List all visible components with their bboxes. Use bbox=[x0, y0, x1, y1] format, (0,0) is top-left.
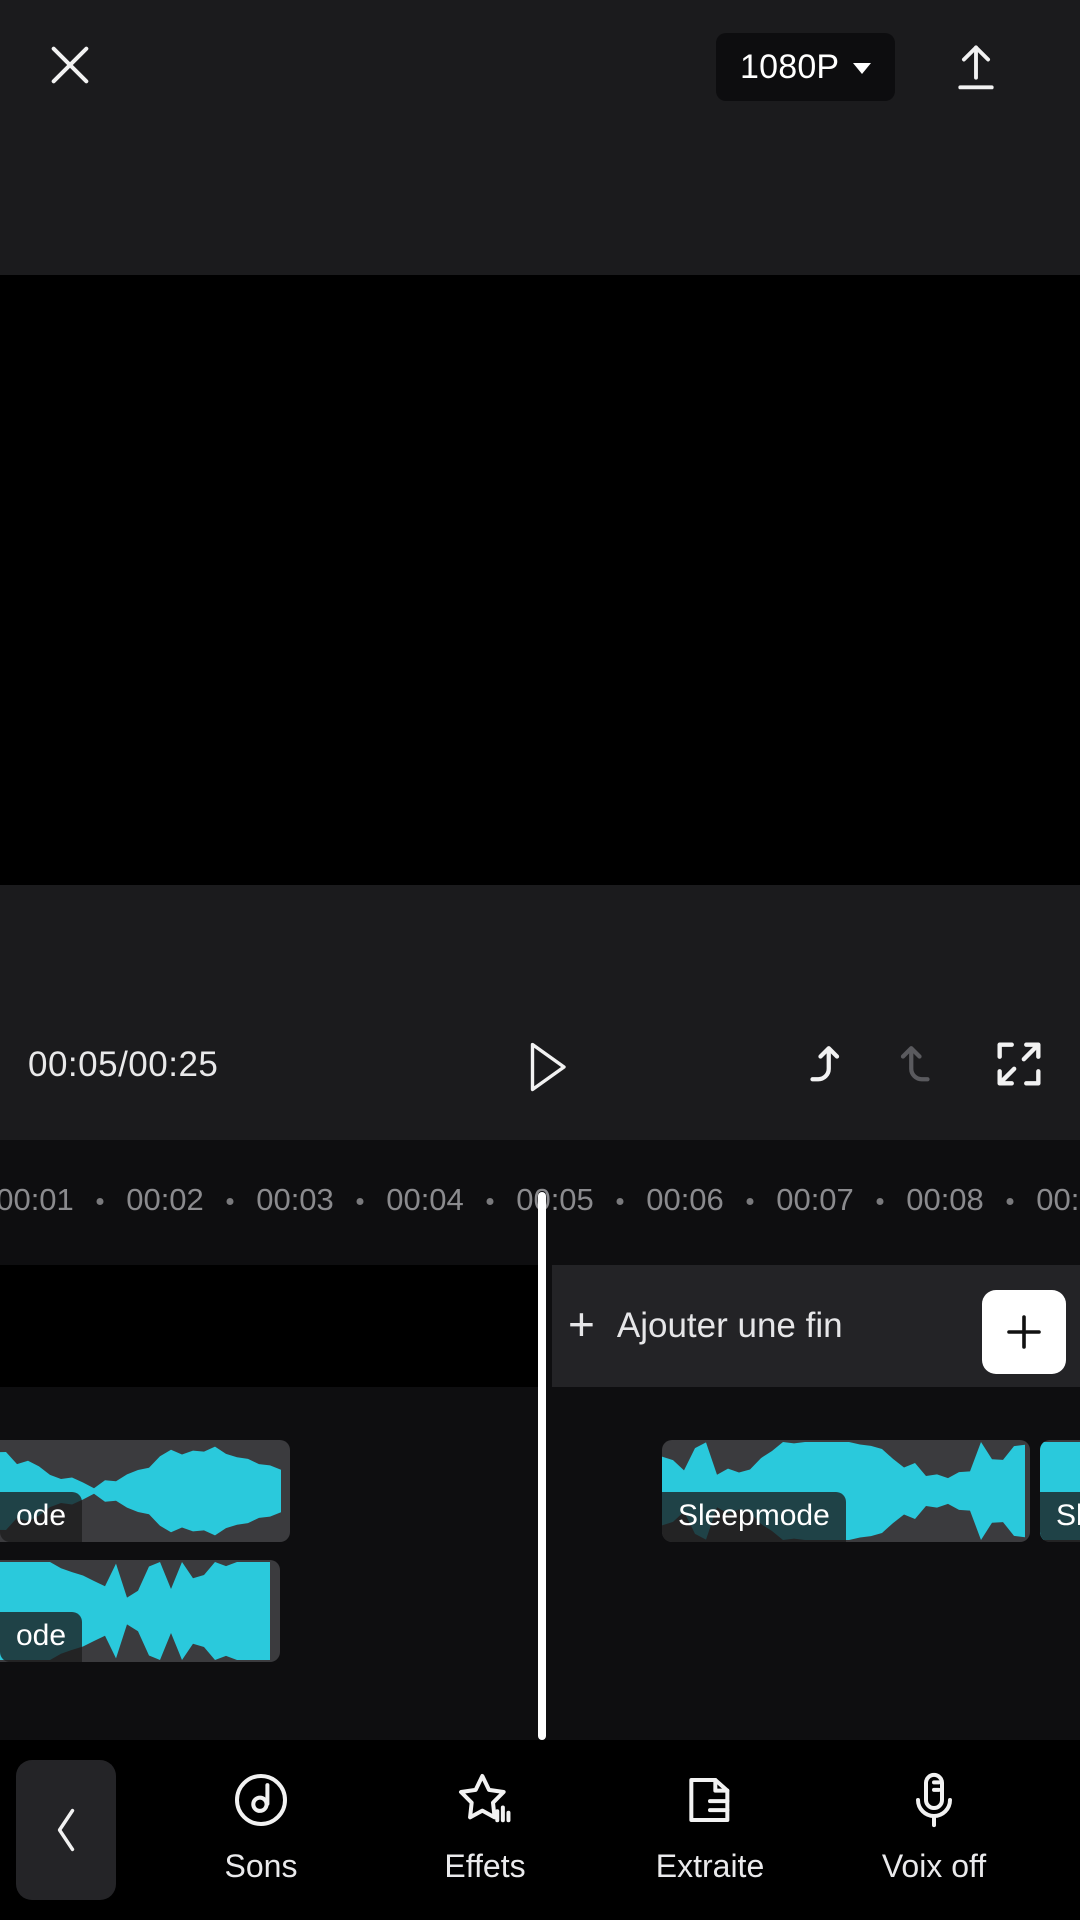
close-button[interactable] bbox=[36, 31, 104, 99]
video-editor-screen: 1080P 00:05/00:25 00:01 00:02 00:03 00:0… bbox=[0, 0, 1080, 1920]
ruler-tick-dot bbox=[96, 1198, 104, 1205]
top-bar: 1080P bbox=[0, 0, 1080, 275]
star-effects-icon bbox=[459, 1774, 511, 1823]
ruler-tick-dot bbox=[616, 1198, 624, 1205]
close-icon bbox=[51, 46, 89, 84]
ruler-tick-label: 00:09 bbox=[1036, 1182, 1080, 1217]
ruler-tick-label: 00:06 bbox=[646, 1182, 724, 1217]
tool-effets[interactable]: Effets bbox=[385, 1768, 585, 1885]
audio-clip-label: ode bbox=[0, 1492, 83, 1542]
resolution-selector[interactable]: 1080P bbox=[716, 33, 896, 101]
bottom-toolbar: Sons Effets Extraite Voix off bbox=[0, 1740, 1080, 1920]
ruler-tick-label: 00:04 bbox=[386, 1182, 464, 1217]
audio-clip[interactable]: ode bbox=[0, 1440, 290, 1542]
audio-clip-label: Sle bbox=[1040, 1492, 1080, 1542]
audio-clip-label: Sleepmode bbox=[662, 1492, 846, 1542]
ruler-tick-dot bbox=[486, 1198, 494, 1205]
tool-sons[interactable]: Sons bbox=[161, 1768, 361, 1885]
back-button[interactable] bbox=[16, 1760, 116, 1900]
redo-button[interactable] bbox=[890, 1035, 952, 1097]
ruler-tick-dot bbox=[876, 1198, 884, 1205]
audio-clip[interactable]: Sle bbox=[1040, 1440, 1080, 1542]
export-button[interactable] bbox=[940, 32, 1012, 104]
audio-clip[interactable]: Sleepmode bbox=[662, 1440, 1030, 1542]
fullscreen-icon bbox=[997, 1042, 1041, 1086]
audio-clip-label: ode bbox=[0, 1612, 83, 1662]
tool-label: Voix off bbox=[881, 1848, 987, 1884]
ruler-tick-dot bbox=[356, 1198, 364, 1205]
play-icon bbox=[530, 1042, 566, 1092]
ruler-tick-label: 00:05 bbox=[516, 1182, 594, 1217]
plus-icon bbox=[1007, 1315, 1041, 1349]
chevron-left-icon bbox=[57, 1808, 75, 1852]
tool-label: Extraite bbox=[655, 1848, 765, 1884]
undo-icon bbox=[810, 1046, 840, 1082]
tool-label: Sons bbox=[224, 1848, 298, 1884]
video-clip[interactable] bbox=[0, 1265, 542, 1387]
ruler-tick-label: 00:07 bbox=[776, 1182, 854, 1217]
timecode-display: 00:05/00:25 bbox=[28, 1045, 219, 1084]
video-preview[interactable] bbox=[0, 275, 1080, 885]
tool-extraite[interactable]: Extraite bbox=[610, 1768, 810, 1885]
music-note-icon bbox=[235, 1774, 287, 1826]
playhead[interactable] bbox=[538, 1192, 546, 1740]
chevron-down-icon bbox=[853, 63, 872, 74]
folder-extract-icon bbox=[689, 1778, 730, 1822]
ruler-tick-label: 00:03 bbox=[256, 1182, 334, 1217]
tool-label: Effets bbox=[444, 1848, 526, 1884]
plus-icon: + bbox=[568, 1298, 595, 1350]
add-clip-button[interactable] bbox=[982, 1290, 1066, 1374]
redo-icon bbox=[900, 1046, 930, 1082]
ruler-tick-dot bbox=[226, 1198, 234, 1205]
resolution-label: 1080P bbox=[740, 47, 840, 86]
upload-icon bbox=[958, 45, 994, 90]
undo-button[interactable] bbox=[790, 1035, 852, 1097]
audio-clip[interactable]: ode bbox=[0, 1560, 280, 1662]
ruler-tick-label: 00:02 bbox=[126, 1182, 204, 1217]
tool-voix-off[interactable]: Voix off bbox=[834, 1768, 1034, 1885]
ruler-tick-dot bbox=[746, 1198, 754, 1205]
play-button[interactable] bbox=[512, 1033, 580, 1101]
ruler-tick-label: 00:01 bbox=[0, 1182, 74, 1217]
playback-controls: 00:05/00:25 bbox=[0, 885, 1080, 1140]
ruler-tick-label: 00:08 bbox=[906, 1182, 984, 1217]
microphone-icon bbox=[916, 1772, 952, 1828]
add-ending-label: Ajouter une fin bbox=[616, 1306, 843, 1345]
timeline[interactable]: 00:01 00:02 00:03 00:04 00:05 00:06 00:07 00:08… bbox=[0, 1140, 1080, 1740]
ruler-tick-dot bbox=[1006, 1198, 1014, 1205]
fullscreen-button[interactable] bbox=[990, 1035, 1052, 1097]
